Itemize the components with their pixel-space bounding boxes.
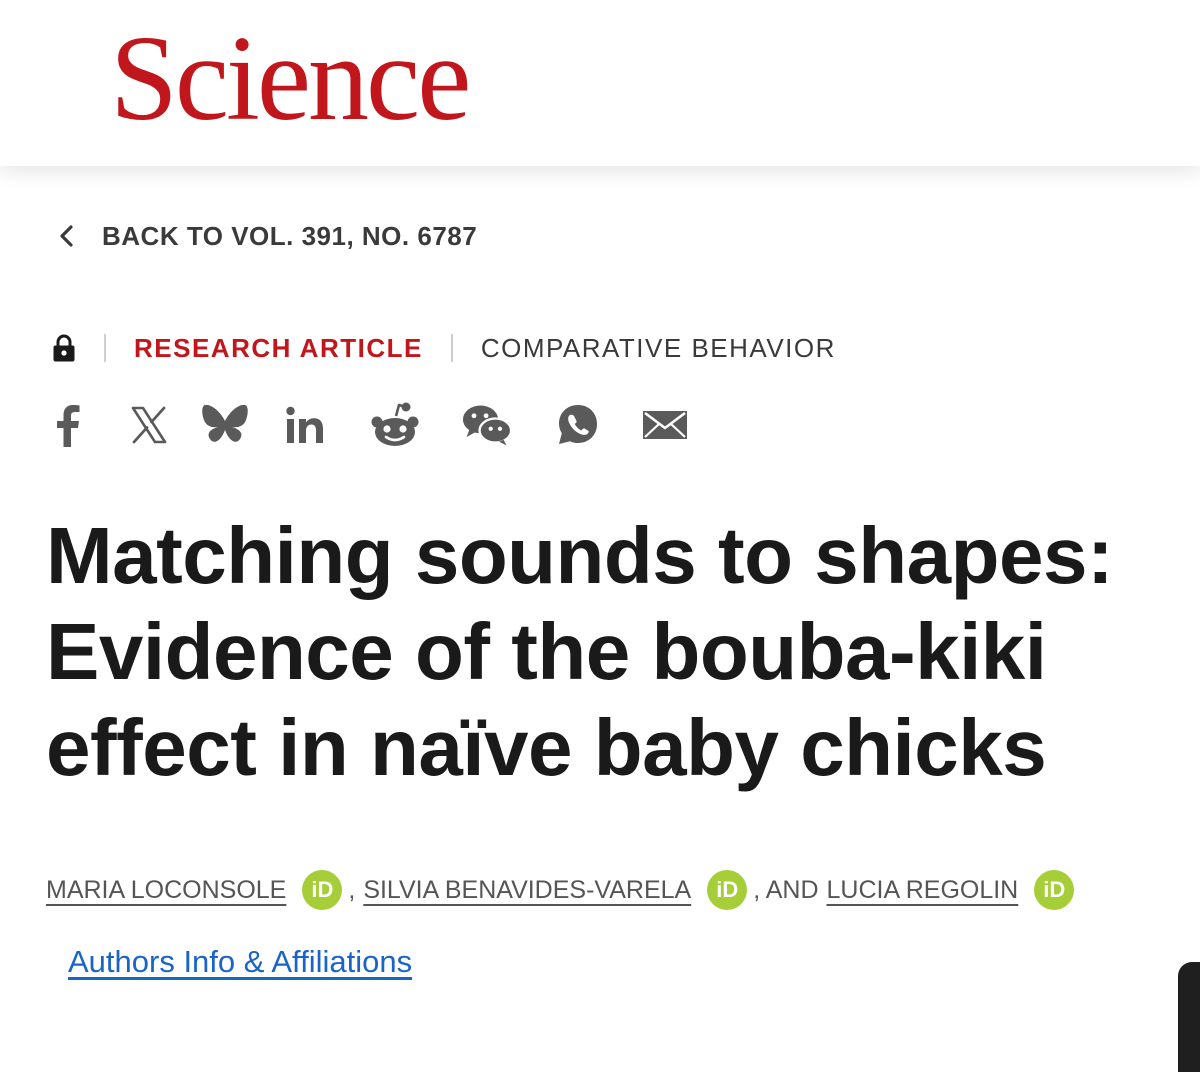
- meta-divider: [104, 334, 106, 362]
- author-name[interactable]: SILVIA BENAVIDES-VARELA: [363, 876, 691, 905]
- bluesky-icon[interactable]: [200, 400, 250, 450]
- reddit-icon[interactable]: [370, 400, 420, 450]
- linkedin-icon[interactable]: [280, 400, 330, 450]
- orcid-icon[interactable]: iD: [1034, 870, 1075, 910]
- author-name[interactable]: LUCIA REGOLIN: [827, 876, 1019, 905]
- article-meta: RESEARCH ARTICLE COMPARATIVE BEHAVIOR: [52, 330, 836, 366]
- back-to-issue-label: BACK TO VOL. 391, NO. 6787: [102, 220, 478, 251]
- site-header: Science: [0, 0, 1200, 166]
- article-category-label[interactable]: COMPARATIVE BEHAVIOR: [481, 333, 836, 364]
- side-panel-tab[interactable]: [1178, 962, 1200, 1072]
- back-to-issue-link[interactable]: BACK TO VOL. 391, NO. 6787: [58, 218, 477, 254]
- author-list: MARIA LOCONSOLE iD , SILVIA BENAVIDES-VA…: [46, 868, 1080, 912]
- lock-icon: [53, 334, 75, 362]
- wechat-icon[interactable]: [462, 400, 512, 450]
- author-separator: ,: [348, 875, 356, 904]
- author-name[interactable]: MARIA LOCONSOLE: [46, 876, 286, 905]
- facebook-icon[interactable]: [42, 400, 92, 450]
- meta-divider: [450, 334, 453, 362]
- science-logo[interactable]: Science: [110, 14, 471, 144]
- chevron-left-icon: [60, 225, 73, 247]
- whatsapp-icon[interactable]: [553, 400, 603, 450]
- article-title: Matching sounds to shapes: Evidence of t…: [46, 511, 1114, 792]
- email-icon[interactable]: [640, 400, 690, 450]
- orcid-icon[interactable]: iD: [707, 870, 748, 910]
- article-type-label[interactable]: RESEARCH ARTICLE: [134, 333, 423, 364]
- x-icon[interactable]: [124, 400, 174, 450]
- author-separator: , AND: [753, 875, 819, 904]
- orcid-icon[interactable]: iD: [302, 870, 343, 910]
- authors-affiliations-link[interactable]: Authors Info & Affiliations: [68, 944, 412, 980]
